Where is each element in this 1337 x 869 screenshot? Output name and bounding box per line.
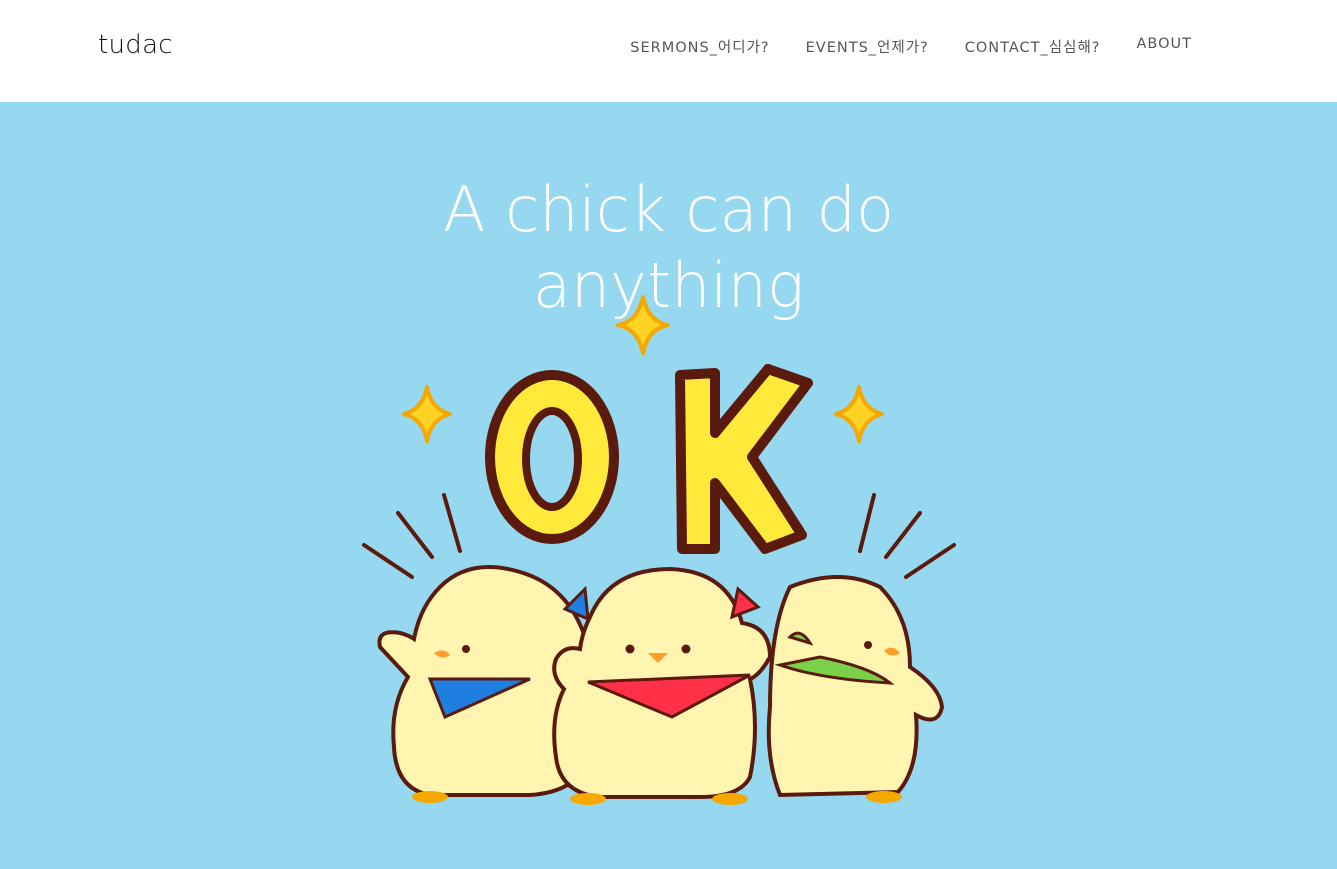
ok-chicks-illustration <box>362 295 956 805</box>
sparkle-icon <box>402 295 884 443</box>
motion-lines <box>362 493 956 579</box>
nav-item-sermons[interactable]: SERMONS_어디가? <box>630 36 769 57</box>
nav-item-about[interactable]: ABOUT <box>1137 36 1193 57</box>
nav-item-contact[interactable]: CONTACT_심심해? <box>965 36 1101 57</box>
hero-title-line-1: A chick can do <box>443 172 894 246</box>
site-header: tudac SERMONS_어디가? EVENTS_언제가? CONTACT_심… <box>0 0 1337 102</box>
nav-item-events[interactable]: EVENTS_언제가? <box>806 36 929 57</box>
chick-green-scarf <box>766 575 945 803</box>
hero-section: A chick can do anything <box>0 102 1337 869</box>
ok-text-graphic <box>485 364 813 554</box>
site-logo[interactable]: tudac <box>98 30 173 60</box>
main-nav: SERMONS_어디가? EVENTS_언제가? CONTACT_심심해? AB… <box>630 36 1192 57</box>
